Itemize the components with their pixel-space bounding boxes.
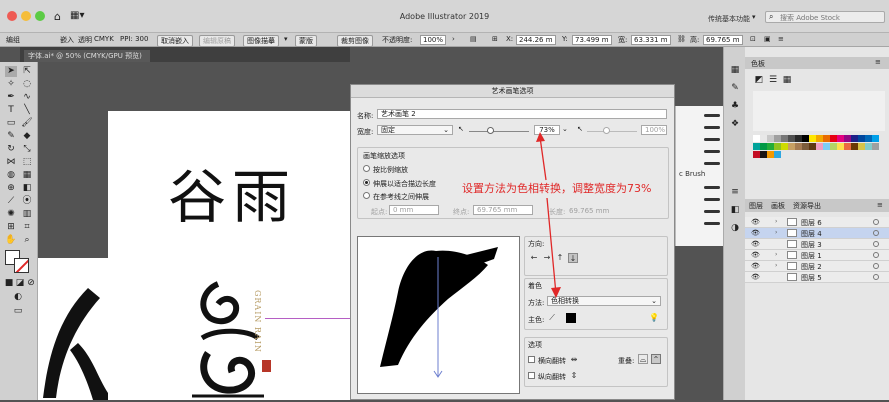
annotation-arrows bbox=[536, 132, 561, 298]
instruction-annotation: 设置方法为色相转换，调整宽度为73% bbox=[462, 182, 652, 195]
